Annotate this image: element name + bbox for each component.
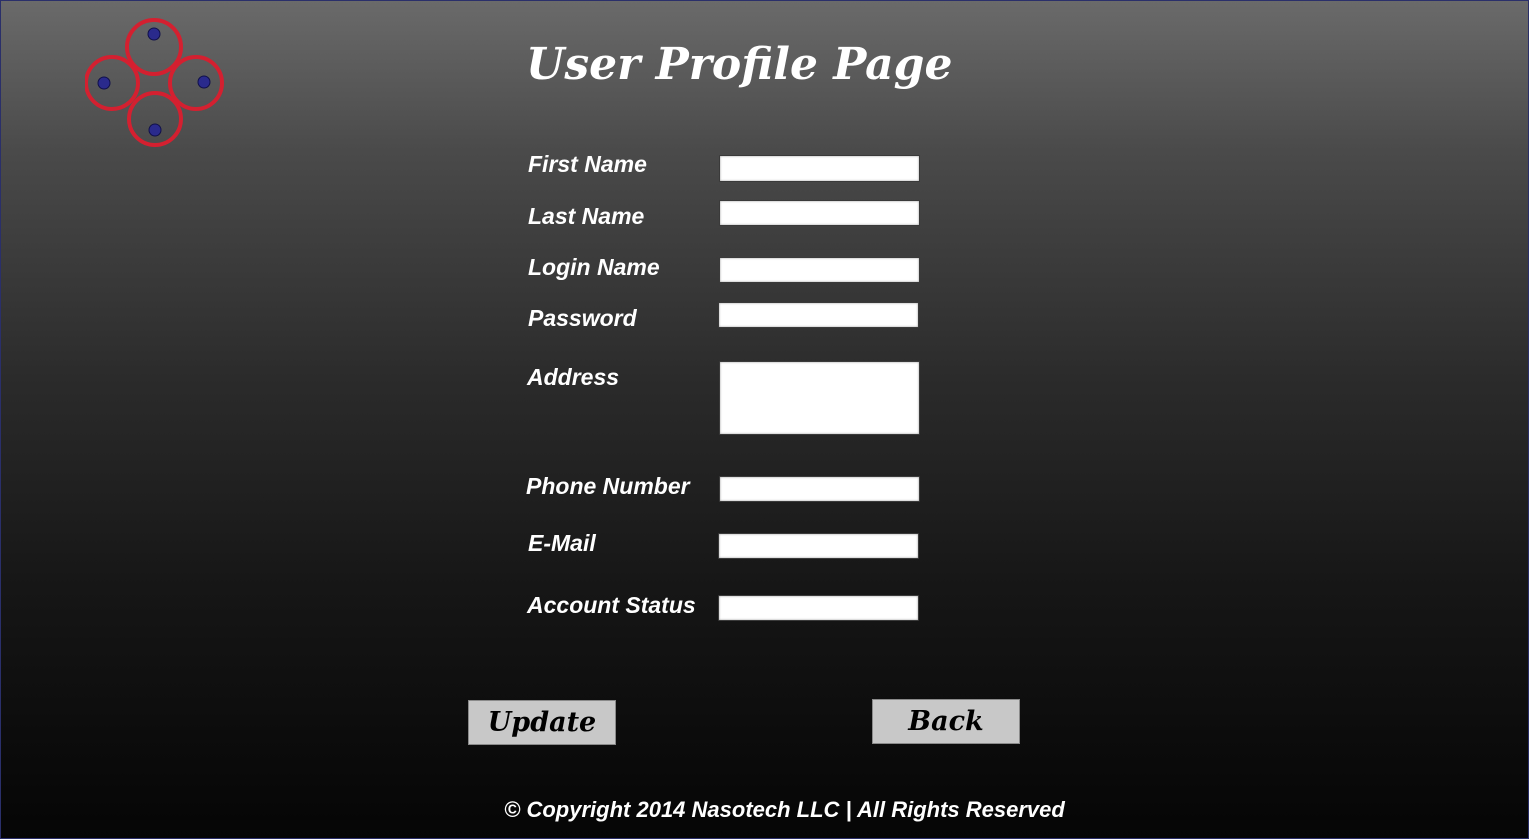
company-logo — [84, 17, 225, 149]
logo-dot-bottom — [148, 123, 162, 137]
login-name-input[interactable] — [719, 257, 920, 283]
phone-number-label: Phone Number — [526, 473, 690, 499]
logo-ring-right — [168, 55, 224, 111]
login-name-label: Login Name — [528, 254, 660, 280]
email-label: E-Mail — [528, 530, 596, 556]
address-label: Address — [527, 364, 620, 390]
account-status-label: Account Status — [527, 592, 696, 618]
logo-dot-right — [197, 75, 211, 89]
first-name-input[interactable] — [719, 155, 920, 182]
last-name-input[interactable] — [719, 200, 920, 226]
last-name-label: Last Name — [528, 203, 645, 229]
password-label: Password — [528, 305, 637, 331]
back-button[interactable]: Back — [872, 699, 1020, 744]
account-status-input[interactable] — [718, 595, 919, 621]
phone-number-input[interactable] — [719, 476, 920, 502]
four-circle-logo-icon — [84, 18, 224, 147]
password-input[interactable] — [718, 302, 919, 328]
email-input[interactable] — [718, 533, 919, 559]
copyright-text: © Copyright 2014 Nasotech LLC | All Righ… — [504, 797, 1065, 822]
logo-dot-left — [97, 76, 111, 90]
update-button[interactable]: Update — [468, 700, 616, 745]
footer: © Copyright 2014 Nasotech LLC | All Righ… — [1, 797, 1529, 823]
logo-dot-top — [147, 27, 161, 41]
page-title: User Profile Page — [526, 39, 953, 90]
logo-ring-left — [84, 55, 140, 111]
first-name-label: First Name — [528, 151, 647, 177]
logo-ring-bottom — [127, 91, 183, 147]
address-textarea[interactable] — [719, 361, 920, 435]
